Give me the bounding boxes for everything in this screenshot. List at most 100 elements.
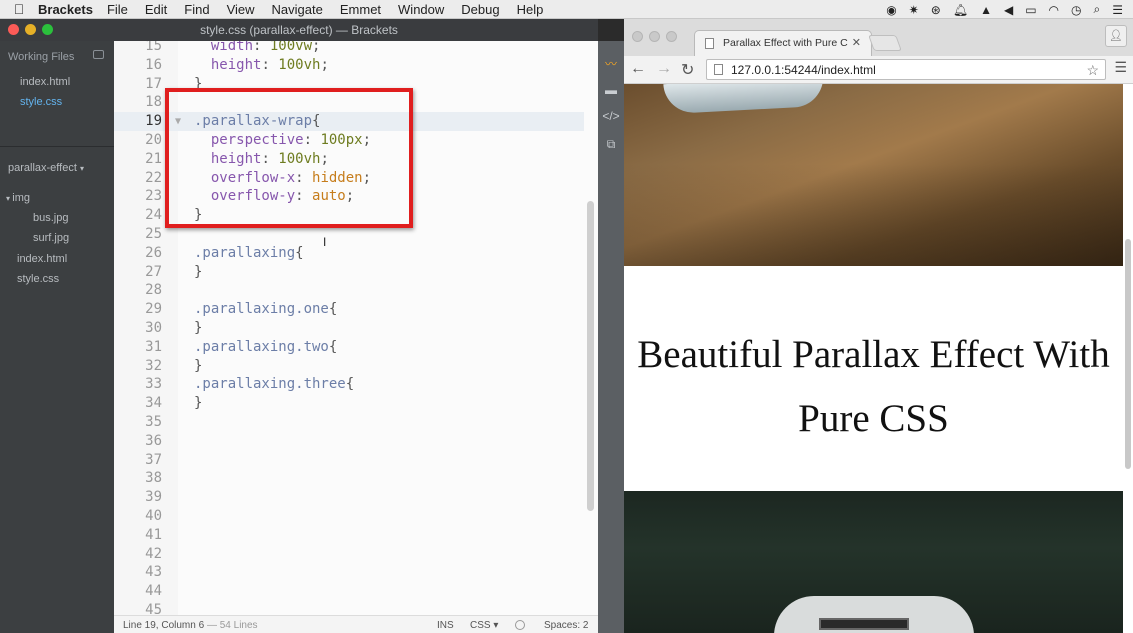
menu-edit[interactable]: Edit: [145, 2, 167, 17]
code-line[interactable]: 36: [114, 432, 584, 451]
code-line[interactable]: 41: [114, 526, 584, 545]
bus-grille-shape: [819, 618, 909, 630]
menu-file[interactable]: File: [107, 2, 128, 17]
address-bar[interactable]: 127.0.0.1:54244/index.html ☆: [706, 59, 1106, 80]
wifi-icon[interactable]: ◠: [1049, 3, 1059, 17]
linter-status-icon[interactable]: [515, 620, 525, 630]
annotation-highlight-box: [165, 88, 413, 228]
code-line[interactable]: 39: [114, 488, 584, 507]
brackets-toolbar: 〰 ▬ </> ⧉: [598, 41, 624, 633]
menu-navigate[interactable]: Navigate: [272, 2, 323, 17]
page-info-icon[interactable]: [714, 64, 723, 75]
heading-section: Beautiful Parallax Effect With Pure CSS: [624, 266, 1123, 491]
browser-tab[interactable]: Parallax Effect with Pure C ✕: [694, 30, 872, 56]
code-line[interactable]: 33 .parallaxing.three{: [114, 375, 584, 394]
clock-icon[interactable]: ◷: [1071, 3, 1081, 17]
live-preview-icon[interactable]: 〰: [602, 55, 620, 71]
menu-status-icons: ◉ ✷ ⊛ 🔔︎ ▲ ◀ ▭ ◠ ◷ ⌕ ☰: [886, 0, 1123, 19]
brightness-icon[interactable]: ✷: [909, 3, 919, 17]
notification-bell-icon[interactable]: 🔔︎: [953, 3, 968, 17]
code-line[interactable]: 32}: [114, 357, 584, 376]
folder-img[interactable]: ▾ img: [6, 192, 30, 204]
code-line[interactable]: 31 .parallaxing.two{: [114, 338, 584, 357]
volume-icon[interactable]: ◀: [1004, 3, 1013, 17]
working-file-index-html[interactable]: index.html: [20, 76, 70, 88]
line-number: 34: [145, 395, 162, 412]
code-line[interactable]: 45: [114, 601, 584, 615]
tree-file-bus-jpg[interactable]: bus.jpg: [33, 212, 68, 224]
code-line[interactable]: 30}: [114, 319, 584, 338]
line-number: 18: [145, 94, 162, 111]
tab-close-icon[interactable]: ✕: [852, 36, 861, 49]
browser-close-button[interactable]: [632, 31, 643, 42]
language-selector[interactable]: CSS ▾: [470, 620, 498, 631]
tree-file-index-html[interactable]: index.html: [17, 253, 67, 265]
creative-cloud-icon[interactable]: ⊛: [931, 3, 941, 17]
code-line[interactable]: 40: [114, 507, 584, 526]
line-number: 28: [145, 282, 162, 299]
record-icon[interactable]: ◉: [886, 3, 896, 17]
code-line[interactable]: 43: [114, 563, 584, 582]
menu-find[interactable]: Find: [184, 2, 209, 17]
code-text: width: 100vw;: [210, 41, 321, 54]
insert-mode-toggle[interactable]: INS: [437, 620, 454, 631]
layers-icon[interactable]: ⧉: [602, 137, 620, 153]
page-scrollbar[interactable]: [1125, 239, 1131, 469]
code-text: }: [194, 263, 203, 280]
new-tab-button[interactable]: [868, 35, 902, 51]
forward-arrow-icon[interactable]: →: [656, 60, 672, 78]
minimize-window-button[interactable]: [25, 24, 36, 35]
tree-file-style-css[interactable]: style.css: [17, 273, 59, 285]
code-line[interactable]: 44: [114, 582, 584, 601]
browser-menu-icon[interactable]: ☰: [1114, 59, 1127, 76]
code-line[interactable]: 35: [114, 413, 584, 432]
battery-icon[interactable]: ▭: [1025, 3, 1036, 17]
menu-help[interactable]: Help: [517, 2, 544, 17]
menu-view[interactable]: View: [227, 2, 255, 17]
browser-minimize-button[interactable]: [649, 31, 660, 42]
code-line[interactable]: 37: [114, 451, 584, 470]
code-inspect-icon[interactable]: </>: [602, 109, 620, 125]
reload-icon[interactable]: ↻: [681, 60, 694, 80]
page-viewport[interactable]: Beautiful Parallax Effect With Pure CSS: [624, 84, 1133, 633]
editor-status-bar: Line 19, Column 6 — 54 Lines INS CSS ▾ S…: [114, 615, 598, 633]
code-text: }: [194, 395, 203, 412]
back-arrow-icon[interactable]: ←: [630, 60, 646, 78]
apple-logo-icon[interactable]: : [0, 1, 38, 17]
zoom-window-button[interactable]: [42, 24, 53, 35]
surf-photo: [624, 84, 1123, 266]
split-view-icon[interactable]: [93, 50, 104, 59]
code-line[interactable]: 34}: [114, 394, 584, 413]
code-line[interactable]: 28: [114, 281, 584, 300]
code-line[interactable]: 26 .parallaxing{: [114, 244, 584, 263]
code-text: }: [194, 357, 203, 374]
notification-center-icon[interactable]: ☰: [1112, 3, 1123, 17]
extension-manager-icon[interactable]: ▬: [602, 83, 620, 99]
menu-window[interactable]: Window: [398, 2, 444, 17]
line-number: 25: [145, 226, 162, 242]
menu-debug[interactable]: Debug: [461, 2, 499, 17]
indent-setting[interactable]: Spaces: 2: [544, 620, 588, 631]
menu-app-name[interactable]: Brackets: [38, 2, 93, 17]
profile-icon[interactable]: 👤︎: [1105, 25, 1127, 47]
code-line[interactable]: 15 width: 100vw;: [114, 41, 584, 56]
spotlight-search-icon[interactable]: ⌕: [1094, 2, 1101, 17]
menu-emmet[interactable]: Emmet: [340, 2, 381, 17]
tree-file-surf-jpg[interactable]: surf.jpg: [33, 232, 69, 244]
browser-zoom-button[interactable]: [666, 31, 677, 42]
line-number: 38: [145, 470, 162, 487]
editor-scrollbar[interactable]: [587, 201, 594, 511]
line-number: 30: [145, 320, 162, 336]
working-file-style-css[interactable]: style.css: [20, 96, 62, 108]
close-window-button[interactable]: [8, 24, 19, 35]
code-line[interactable]: 16 height: 100vh;: [114, 56, 584, 75]
line-number: 21: [145, 150, 162, 167]
project-dropdown[interactable]: parallax-effect ▾: [8, 162, 84, 174]
browser-tab-strip: Parallax Effect with Pure C ✕ 👤︎: [624, 19, 1133, 56]
drive-icon[interactable]: ▲: [980, 3, 992, 17]
code-line[interactable]: 38: [114, 469, 584, 488]
code-line[interactable]: 42: [114, 545, 584, 564]
code-line[interactable]: 29 .parallaxing.one{: [114, 300, 584, 319]
bookmark-star-icon[interactable]: ☆: [1086, 60, 1099, 80]
code-line[interactable]: 27}: [114, 263, 584, 282]
